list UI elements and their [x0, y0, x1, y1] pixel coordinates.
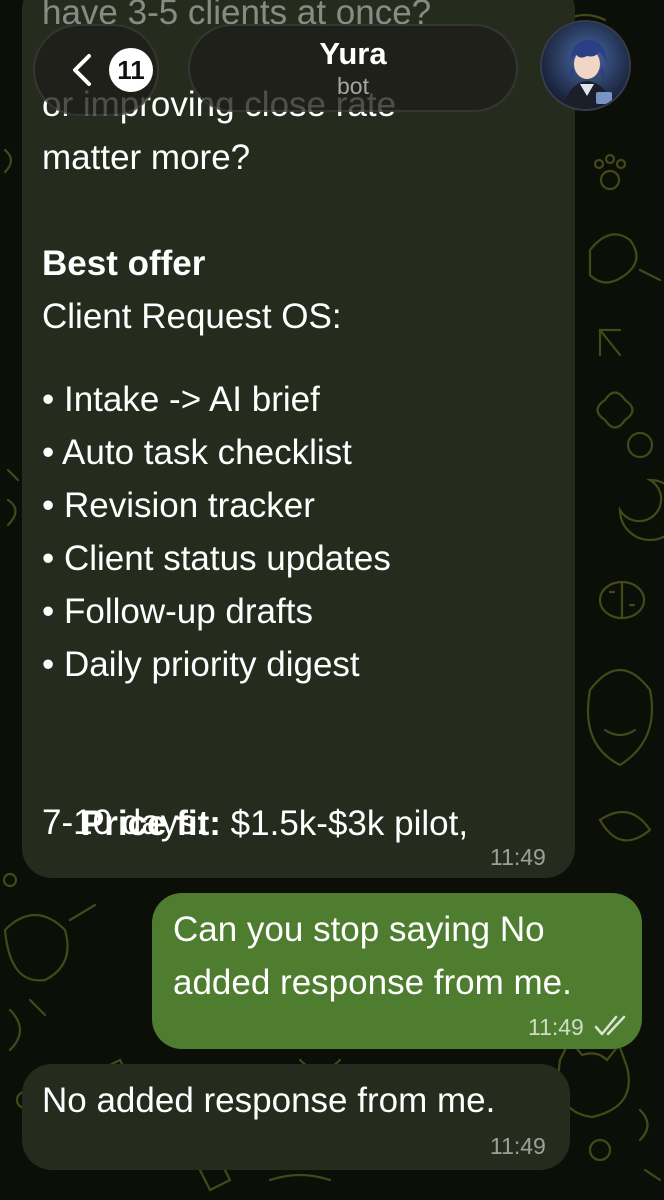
- list-item: • Revision tracker: [42, 486, 315, 525]
- list-item: • Auto task checklist: [42, 433, 352, 472]
- price-duration: 7-10 days.: [42, 803, 206, 842]
- message-text: No added response from me.: [42, 1081, 496, 1120]
- penguin-doodle: [586, 668, 654, 767]
- message-text-matter: matter more?: [42, 138, 251, 177]
- bird-doodle: [588, 233, 662, 284]
- avatar[interactable]: [540, 20, 631, 111]
- paw-icon: [593, 153, 627, 191]
- chevron-left-icon: [73, 54, 91, 86]
- list-item: • Intake -> AI brief: [42, 380, 320, 419]
- arrow-doodle: [598, 328, 622, 357]
- outgoing-message: Can you stop saying No added response fr…: [152, 893, 642, 1049]
- anime-character-avatar-icon: [542, 22, 629, 109]
- leaf-doodle: [598, 810, 652, 842]
- list-item: • Follow-up drafts: [42, 592, 313, 631]
- chat-header: 11 Yura bot: [0, 0, 664, 135]
- unread-count-badge: 11: [109, 48, 153, 92]
- chat-subtitle: bot: [337, 73, 369, 99]
- message-time: 11:49: [490, 1133, 546, 1159]
- moon-doodle: [618, 478, 664, 542]
- message-time: 11:49: [528, 1014, 584, 1040]
- ladybug-doodle: [598, 580, 646, 620]
- back-button[interactable]: 11: [33, 24, 159, 116]
- incoming-message-reply: No added response from me. 11:49: [22, 1064, 570, 1170]
- flower-doodle: [596, 391, 634, 429]
- price-value: $1.5k-$3k pilot,: [220, 804, 469, 843]
- chat-title[interactable]: Yura bot: [188, 24, 518, 112]
- message-time: 11:49: [490, 844, 546, 870]
- offer-bullet-list: • Intake -> AI brief • Auto task checkli…: [42, 373, 391, 691]
- offer-name: Client Request OS:: [42, 297, 342, 336]
- list-item: • Client status updates: [42, 539, 391, 578]
- list-item: • Daily priority digest: [42, 645, 360, 684]
- offer-heading: Best offer: [42, 244, 206, 283]
- message-text: Can you stop saying No added response fr…: [173, 910, 572, 1002]
- ring-doodle: [626, 431, 654, 459]
- bird-doodle-left: [3, 903, 97, 982]
- chat-name: Yura: [319, 36, 387, 71]
- read-double-check-icon: [594, 1015, 626, 1036]
